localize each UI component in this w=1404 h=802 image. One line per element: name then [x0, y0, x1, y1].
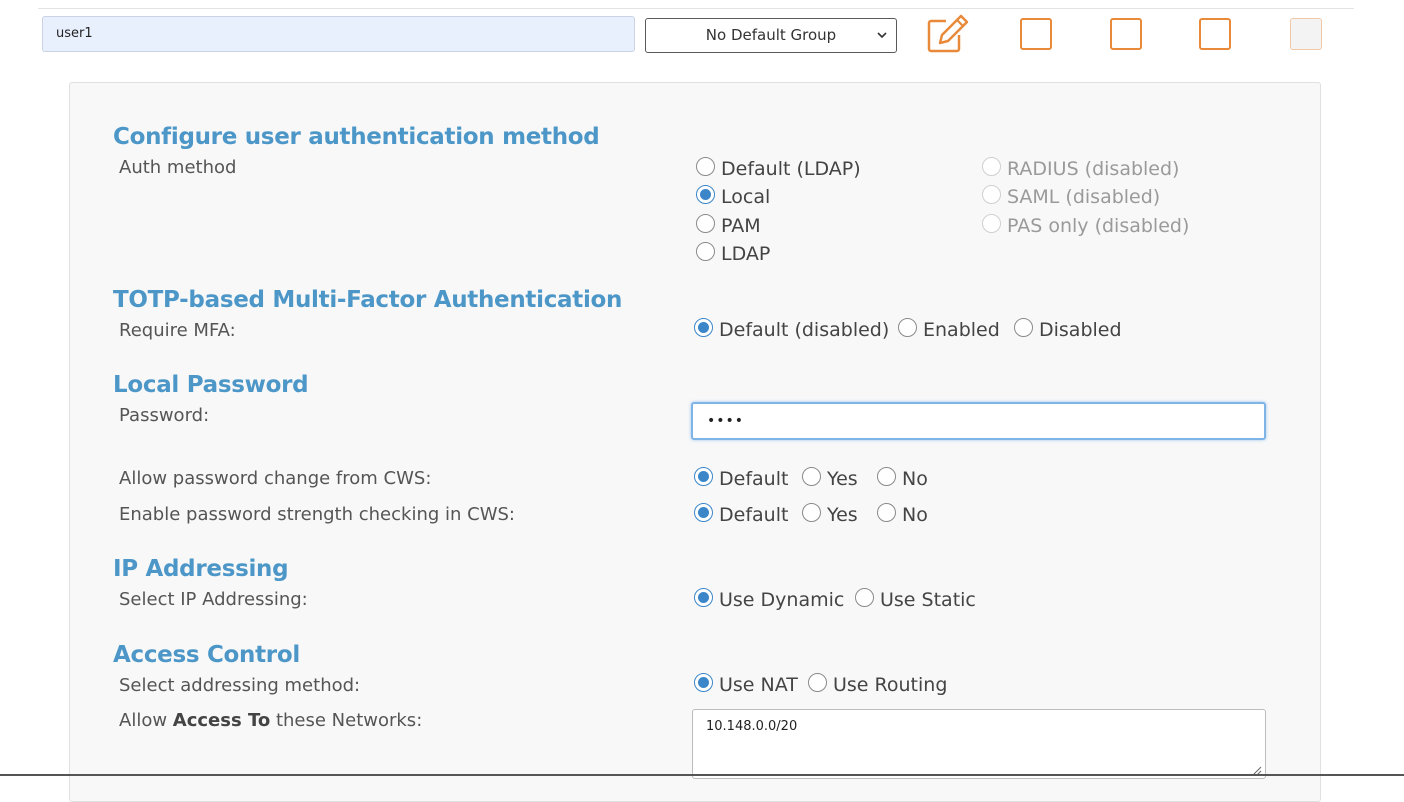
radio-icon — [877, 466, 896, 486]
radio-icon — [802, 466, 821, 486]
pw-strength-radio-no[interactable]: No — [877, 502, 928, 526]
ip-select-label: Select IP Addressing: — [119, 589, 308, 610]
square-icon — [1290, 18, 1322, 50]
pw-change-radio-default[interactable]: Default — [694, 466, 789, 490]
square-icon[interactable] — [1020, 18, 1052, 50]
radio-label: Default — [719, 504, 789, 526]
access-radio-routing[interactable]: Use Routing — [808, 672, 948, 696]
pw-strength-radio-yes[interactable]: Yes — [802, 502, 858, 526]
top-divider — [38, 8, 1354, 9]
ip-section-title: IP Addressing — [113, 556, 289, 582]
allow-networks-label: Allow Access To these Networks: — [119, 710, 423, 731]
password-strength-label: Enable password strength checking in CWS… — [119, 504, 515, 525]
auth-radio-radius: RADIUS (disabled) — [982, 156, 1180, 180]
pw-strength-radio-default[interactable]: Default — [694, 502, 789, 526]
radio-label: No — [902, 468, 928, 490]
auth-radio-pas-only: PAS only (disabled) — [982, 213, 1190, 237]
auth-method-label: Auth method — [119, 157, 237, 178]
radio-icon — [877, 502, 896, 522]
radio-label: Yes — [827, 468, 858, 490]
mfa-radio-enabled[interactable]: Enabled — [898, 317, 1000, 341]
auth-radio-pam[interactable]: PAM — [696, 213, 761, 237]
password-input[interactable]: •••• — [691, 402, 1266, 440]
square-icon[interactable] — [1199, 18, 1231, 50]
password-change-label: Allow password change from CWS: — [119, 468, 432, 489]
radio-label: Use NAT — [719, 674, 798, 696]
access-radio-nat[interactable]: Use NAT — [694, 672, 798, 696]
radio-icon — [982, 156, 1001, 176]
ip-radio-dynamic[interactable]: Use Dynamic — [694, 587, 845, 611]
radio-icon — [1014, 317, 1033, 337]
radio-label: Use Static — [880, 589, 976, 611]
radio-checked-icon — [694, 502, 713, 522]
radio-label: Disabled — [1039, 319, 1122, 341]
allowed-networks-textarea[interactable]: 10.148.0.0/20 — [692, 709, 1266, 779]
mfa-section-title: TOTP-based Multi-Factor Authentication — [113, 287, 623, 313]
auth-radio-saml: SAML (disabled) — [982, 184, 1161, 208]
radio-checked-icon — [694, 672, 713, 692]
radio-checked-icon — [694, 317, 713, 337]
radio-icon — [808, 672, 827, 692]
radio-label: Default (LDAP) — [721, 158, 861, 180]
password-label: Password: — [119, 405, 210, 426]
radio-icon — [982, 213, 1001, 233]
radio-label: Use Dynamic — [719, 589, 845, 611]
addressing-method-label: Select addressing method: — [119, 675, 361, 696]
radio-label: Local — [721, 186, 771, 208]
square-icon[interactable] — [1110, 18, 1142, 50]
radio-icon — [802, 502, 821, 522]
mfa-radio-default[interactable]: Default (disabled) — [694, 317, 890, 341]
radio-icon — [855, 587, 874, 607]
radio-label: Enabled — [923, 319, 1000, 341]
radio-icon — [696, 241, 715, 261]
radio-icon — [898, 317, 917, 337]
auth-section-title: Configure user authentication method — [113, 124, 600, 150]
radio-checked-icon — [694, 466, 713, 486]
access-section-title: Access Control — [113, 642, 300, 668]
auth-radio-local[interactable]: Local — [696, 184, 771, 208]
auth-radio-ldap[interactable]: LDAP — [696, 241, 771, 265]
radio-label: No — [902, 504, 928, 526]
pw-change-radio-no[interactable]: No — [877, 466, 928, 490]
password-section-title: Local Password — [113, 372, 309, 398]
radio-label: PAS only (disabled) — [1007, 215, 1190, 237]
radio-label: Default (disabled) — [719, 319, 890, 341]
username-input[interactable]: user1 — [42, 16, 635, 52]
default-group-select[interactable]: No Default Group — [645, 18, 897, 53]
radio-label: Yes — [827, 504, 858, 526]
ip-radio-static[interactable]: Use Static — [855, 587, 976, 611]
radio-label: LDAP — [721, 243, 771, 265]
auth-radio-default-ldap[interactable]: Default (LDAP) — [696, 156, 861, 180]
require-mfa-label: Require MFA: — [119, 320, 236, 341]
pw-change-radio-yes[interactable]: Yes — [802, 466, 858, 490]
radio-label: Use Routing — [833, 674, 948, 696]
radio-icon — [696, 156, 715, 176]
allowed-networks-value: 10.148.0.0/20 — [706, 719, 798, 734]
radio-label: PAM — [721, 215, 761, 237]
radio-icon — [982, 184, 1001, 204]
mfa-radio-disabled[interactable]: Disabled — [1014, 317, 1122, 341]
chevron-down-icon — [876, 19, 888, 65]
radio-label: RADIUS (disabled) — [1007, 158, 1180, 180]
radio-checked-icon — [696, 184, 715, 204]
radio-checked-icon — [694, 587, 713, 607]
edit-icon[interactable] — [926, 13, 970, 53]
radio-label: Default — [719, 468, 789, 490]
default-group-value: No Default Group — [705, 26, 837, 44]
radio-label: SAML (disabled) — [1007, 186, 1161, 208]
radio-icon — [696, 213, 715, 233]
